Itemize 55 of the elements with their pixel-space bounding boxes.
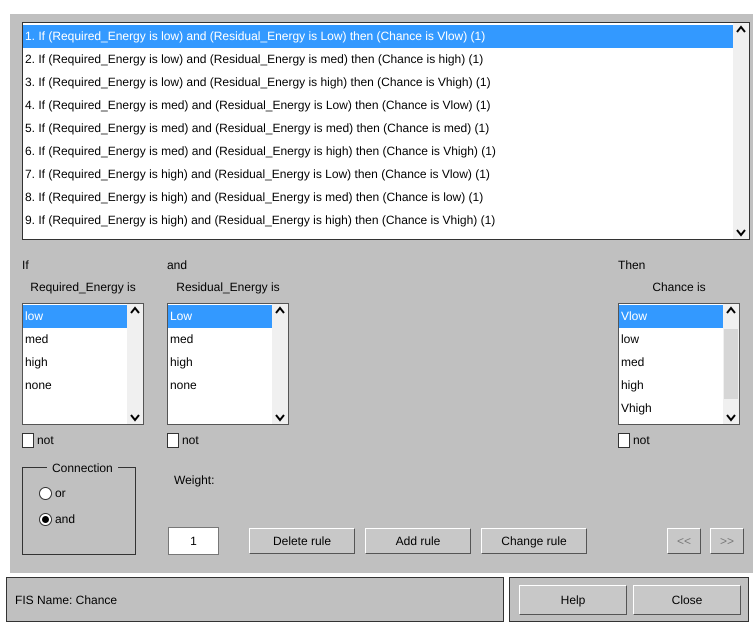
rule-button[interactable]: Change rule [481, 528, 587, 554]
not-label: not [633, 432, 650, 449]
scroll-down-icon[interactable] [736, 229, 746, 237]
rule-item[interactable]: 3. If (Required_Energy is low) and (Residual_Energy is high) then (Chance is Vhigh) (1) [23, 71, 733, 94]
not-checkbox[interactable] [167, 432, 179, 448]
list-item[interactable]: none [168, 374, 272, 397]
rule-button[interactable]: Add rule [365, 528, 471, 554]
variable-label: Required_Energy is [29, 279, 137, 296]
list-item[interactable]: med [619, 351, 723, 374]
scroll-down-icon[interactable] [726, 414, 736, 422]
variable-label: Residual_Energy is [175, 279, 281, 296]
not-checkbox[interactable] [618, 432, 630, 448]
scrollbar[interactable] [733, 23, 749, 239]
scroll-thumb[interactable] [724, 329, 738, 399]
rule-item[interactable]: 9. If (Required_Energy is high) and (Residual_Energy is high) then (Chance is Vhigh) (1) [23, 209, 733, 232]
rule-item[interactable]: 8. If (Required_Energy is high) and (Residual_Energy is med) then (Chance is low) (1) [23, 186, 733, 209]
rule-button[interactable]: Delete rule [249, 528, 355, 554]
scrollbar[interactable] [272, 304, 288, 424]
scroll-up-icon[interactable] [736, 25, 746, 33]
list-item[interactable]: med [23, 328, 127, 351]
rule-item[interactable]: 7. If (Required_Energy is high) and (Residual_Energy is Low) then (Chance is Vlow) (1) [23, 163, 733, 186]
dialog-button[interactable]: Close [633, 584, 741, 614]
radio-button[interactable] [39, 512, 52, 526]
weight-label: Weight: [174, 472, 216, 489]
rule-item[interactable]: 6. If (Required_Energy is med) and (Residual_Energy is high) then (Chance is Vhigh) (1) [23, 140, 733, 163]
rule-item[interactable]: 5. If (Required_Energy is med) and (Residual_Energy is med) then (Chance is med) (1) [23, 117, 733, 140]
not-label: not [37, 432, 54, 449]
dialog-button[interactable]: Help [519, 584, 627, 614]
scroll-down-icon[interactable] [130, 414, 140, 422]
scrollbar[interactable] [127, 304, 143, 424]
scroll-up-icon[interactable] [726, 306, 736, 314]
section-label: and [167, 257, 188, 274]
list-item[interactable]: Vhigh [619, 397, 723, 420]
fis-name: FIS Name: Chance [15, 593, 118, 607]
list-item[interactable]: high [168, 351, 272, 374]
not-checkbox[interactable] [22, 432, 34, 448]
scroll-up-icon[interactable] [275, 306, 285, 314]
list-item[interactable]: none [23, 374, 127, 397]
list-item[interactable]: low [619, 328, 723, 351]
radio-button[interactable] [39, 486, 52, 500]
scroll-up-icon[interactable] [130, 306, 140, 314]
rule-item[interactable]: 4. If (Required_Energy is med) and (Residual_Energy is Low) then (Chance is Vlow) (1) [23, 94, 733, 117]
section-label: If [22, 257, 30, 274]
radio-label: and [55, 511, 76, 528]
scroll-down-icon[interactable] [275, 414, 285, 422]
list-item[interactable]: high [23, 351, 127, 374]
radio-label: or [55, 485, 66, 502]
scrollbar[interactable] [723, 304, 739, 424]
list-item[interactable]: med [168, 328, 272, 351]
not-label: not [182, 432, 199, 449]
variable-label: Chance is [651, 279, 707, 296]
section-label: Then [618, 257, 646, 274]
weight-field[interactable]: 1 [168, 527, 219, 555]
rule-item[interactable]: 2. If (Required_Energy is low) and (Residual_Energy is med) then (Chance is high) (1) [23, 48, 733, 71]
list-item[interactable]: high [619, 374, 723, 397]
